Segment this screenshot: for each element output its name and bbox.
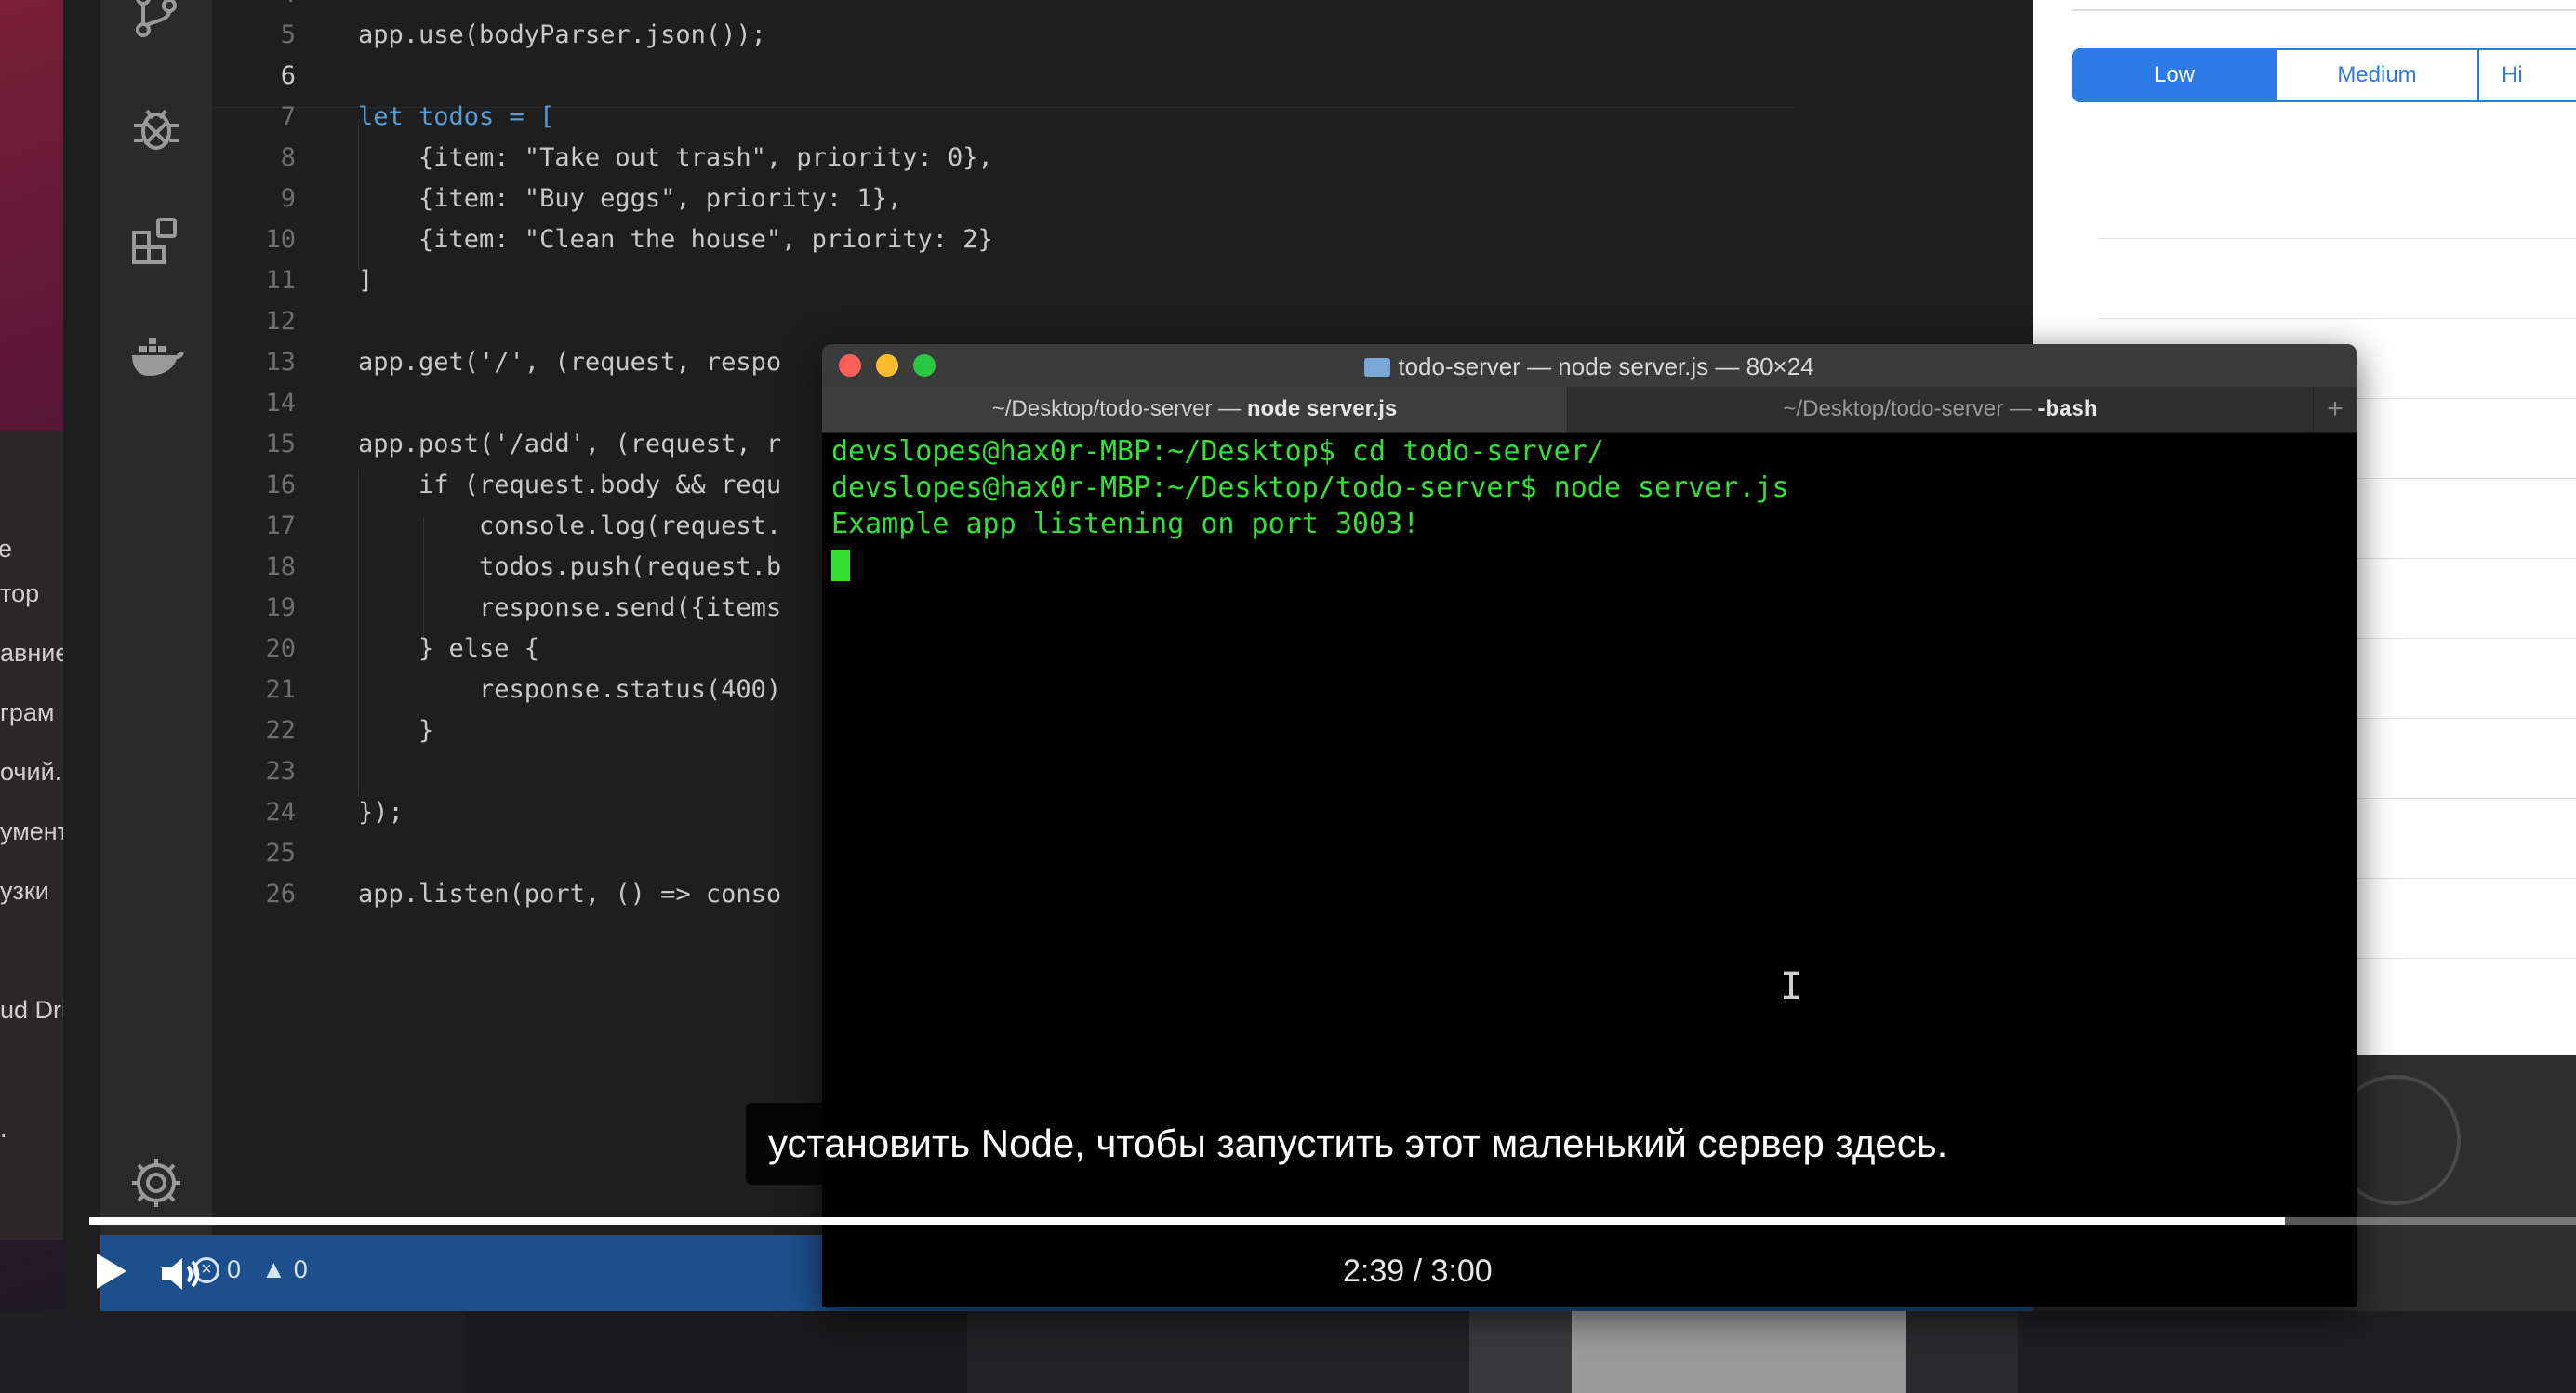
priority-segmented-control: Low Medium Hi [2072,48,2576,102]
warning-icon: ▲ [261,1255,286,1283]
desktop-dock-segment [1469,1311,1572,1393]
finder-sidebar: e тор авние грам очий. умент узки ud Dri… [0,431,65,1240]
terminal-tabs: ~/Desktop/todo-server — node server.js ~… [822,387,2357,433]
code-text: app.get('/', (request, respo [358,348,782,377]
code-text: console.log(request. [358,511,782,540]
terminal-line: Example app listening on port 3003! [831,508,1420,540]
error-count: 0 [227,1255,242,1283]
line-number: 19 [265,593,296,622]
code-text: app.use(bodyParser.json()); [358,20,766,49]
finder-item[interactable]: грам [0,698,54,727]
terminal-cursor [831,550,850,581]
terminal-titlebar[interactable]: todo-server — node server.js — 80×24 [822,344,2357,387]
code-text: {item: "Take out trash", priority: 0}, [358,143,993,172]
code-text: }); [358,798,404,827]
debug-icon[interactable] [126,98,186,157]
line-number: 25 [265,839,296,868]
volume-button[interactable] [160,1255,201,1297]
problems-indicator[interactable]: × 0 ▲ 0 [193,1255,308,1284]
finder-item[interactable]: умент [0,817,65,846]
line-number: 23 [265,757,296,786]
line-number: 21 [265,675,296,704]
line-number: 5 [280,20,296,49]
ibeam-cursor-icon: I [1780,965,1803,1008]
finder-item[interactable]: . [0,1115,7,1144]
code-text: app.listen(port, () => conso [358,880,782,909]
desktop-dock-segment [465,1311,967,1393]
line-number: 4 [212,0,296,8]
finder-item[interactable]: авние [0,639,65,668]
terminal-line: devslopes@hax0r-MBP:~/Desktop/todo-serve… [831,471,1789,504]
code-text: todos.push(request.b [358,552,782,581]
line-number: 17 [265,511,296,540]
code-text: {item: "Buy eggs", priority: 1}, [358,184,903,213]
code-text: response.status(400) [358,675,782,704]
segment-high[interactable]: Hi [2479,50,2576,100]
play-button[interactable] [93,1252,130,1295]
segment-low[interactable]: Low [2074,50,2277,100]
line-number: 8 [280,143,296,172]
finder-item[interactable]: тор [0,579,39,608]
line-number: 10 [265,225,296,254]
source-control-icon[interactable] [126,0,186,48]
line-number: 11 [265,266,296,295]
list-separator [2098,238,2576,239]
tab-command: -bash [2038,396,2098,421]
desktop-dock-segment [1572,1311,1906,1393]
code-text: } [358,716,434,745]
folder-icon [1364,358,1391,377]
line-number: 18 [265,552,296,581]
desktop-dock-segment [1906,1311,2018,1393]
code-text: {item: "Clean the house", priority: 2} [358,225,993,254]
line-number: 7 [280,102,296,131]
line-number: 13 [265,348,296,377]
tab-command: node server.js [1246,396,1398,421]
line-number: 12 [265,307,296,336]
gear-icon[interactable] [126,1153,186,1213]
finder-item[interactable]: e [0,535,12,564]
volume-icon [162,1258,200,1290]
new-tab-button[interactable]: + [2314,387,2357,432]
terminal-line: devslopes@hax0r-MBP:~/Desktop$ cd todo-s… [831,435,1604,468]
tab-path: ~/Desktop/todo-server — [991,396,1247,421]
line-number: 24 [265,798,296,827]
video-progress-bar[interactable] [89,1217,2576,1225]
line-number: 16 [265,471,296,499]
video-subtitle: установить Node, чтобы запустить этот ма… [746,1103,1971,1185]
warning-count: 0 [293,1255,308,1283]
line-number: 26 [265,880,296,909]
tab-path: ~/Desktop/todo-server — [1783,396,2038,421]
video-time: 2:39 / 3:00 [1343,1254,1493,1289]
window-title: todo-server — node server.js — 80×24 [822,352,2357,381]
finder-item[interactable]: узки [0,877,49,906]
code-text: ] [358,266,374,295]
desktop-dock-segment [967,1311,1469,1393]
finder-item[interactable]: очий. [0,758,61,787]
code-text: response.send({items [358,593,782,622]
line-number: 15 [265,430,296,458]
tab-node-server[interactable]: ~/Desktop/todo-server — node server.js [822,387,1568,432]
activity-bar [100,0,212,1311]
line-number: 9 [280,184,296,213]
tab-bash[interactable]: ~/Desktop/todo-server — -bash [1568,387,2314,432]
line-number: 14 [265,389,296,418]
code-text: app.post('/add', (request, r [358,430,782,458]
list-separator [2098,318,2576,319]
window-title-text: todo-server — node server.js — 80×24 [1398,352,1814,380]
code-text: } else { [358,634,540,663]
segment-medium[interactable]: Medium [2277,50,2479,100]
finder-item[interactable]: ud Dri [0,996,65,1025]
video-progress-fill [89,1217,2286,1225]
code-text: if (request.body && requ [358,471,782,499]
code-text: let todos = [ [358,102,555,131]
line-number: 6 [280,61,296,90]
line-number: 20 [265,634,296,663]
extensions-icon[interactable] [126,212,186,272]
text-field[interactable] [2072,0,2576,11]
docker-icon[interactable] [126,325,186,385]
play-icon [97,1254,126,1289]
line-number: 22 [265,716,296,745]
